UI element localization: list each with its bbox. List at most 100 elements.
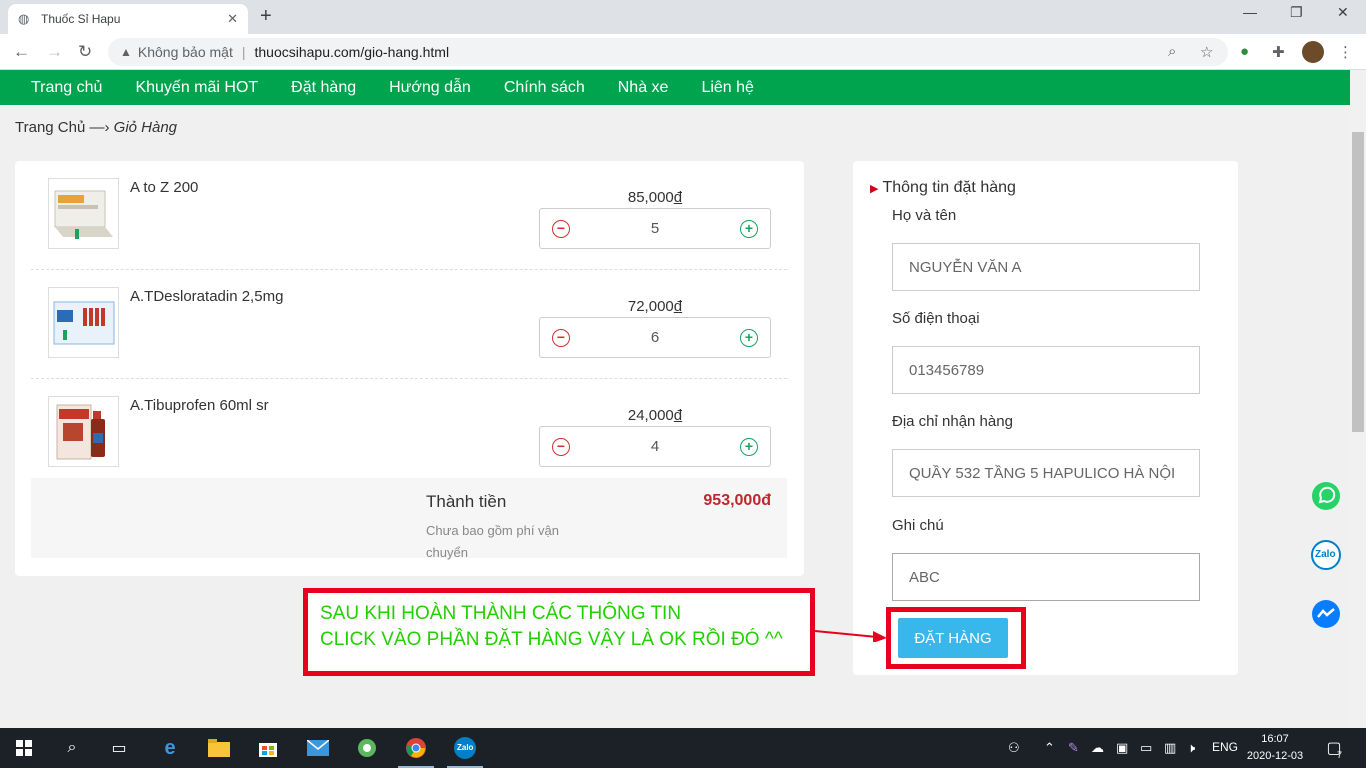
zalo-icon[interactable]: Zalo <box>1311 537 1341 573</box>
clock-date: 2020-12-03 <box>1246 750 1304 762</box>
callout-arrow <box>815 630 887 642</box>
triangle-icon: ▶ <box>870 183 879 195</box>
quantity-value[interactable]: 4 <box>580 438 730 455</box>
instruction-callout: SAU KHI HOÀN THÀNH CÁC THÔNG TIN CLICK V… <box>303 588 815 676</box>
search-icon[interactable]: ⌕ <box>60 736 84 760</box>
chrome-icon[interactable] <box>404 736 428 760</box>
onedrive-cloud-icon[interactable]: ☁ <box>1091 740 1104 756</box>
omni-separator: | <box>241 44 246 60</box>
quantity-value[interactable]: 5 <box>580 220 730 237</box>
close-tab-icon[interactable]: ✕ <box>227 11 238 27</box>
tab-title: Thuốc Sỉ Hapu <box>41 12 121 26</box>
mail-icon[interactable] <box>306 736 330 760</box>
network-icon[interactable]: ▥ <box>1164 740 1176 756</box>
product-name[interactable]: A to Z 200 <box>130 179 198 196</box>
name-field[interactable]: NGUYỄN VĂN A <box>892 243 1200 291</box>
back-icon[interactable]: ← <box>13 42 30 62</box>
nav-item-promotions[interactable]: Khuyến mãi HOT <box>135 79 258 97</box>
warning-icon: ▲ <box>120 45 132 59</box>
notification-count: 7 <box>1337 750 1343 760</box>
minimize-icon[interactable]: — <box>1243 4 1257 20</box>
address-bar[interactable]: ▲ Không bảo mật | thuocsihapu.com/gio-ha… <box>108 38 1228 66</box>
form-title: ▶ Thông tin đặt hàng <box>870 179 1016 196</box>
nav-item-guide[interactable]: Hướng dẫn <box>389 79 471 97</box>
page-scrollbar[interactable] <box>1350 70 1366 728</box>
nav-item-policy[interactable]: Chính sách <box>504 79 585 97</box>
profile-avatar[interactable] <box>1302 41 1324 63</box>
total-label: Thành tiền <box>426 492 507 511</box>
extensions-puzzle-icon[interactable]: ✚ <box>1272 43 1285 61</box>
product-image[interactable] <box>48 287 119 358</box>
quantity-stepper: − 4 + <box>539 426 771 467</box>
note-field[interactable]: ABC <box>892 553 1200 601</box>
new-tab-icon[interactable]: + <box>260 5 272 28</box>
menu-dots-icon[interactable]: ⋮ <box>1338 43 1353 61</box>
browser-tab[interactable]: ◍ Thuốc Sỉ Hapu ✕ <box>8 4 248 34</box>
url-text: thuocsihapu.com/gio-hang.html <box>254 44 450 60</box>
phone-field[interactable]: 013456789 <box>892 346 1200 394</box>
store-icon[interactable] <box>256 736 280 760</box>
total-note: Chưa bao gồm phí vận chuyển <box>426 523 560 560</box>
product-image[interactable] <box>48 178 119 249</box>
breadcrumb: Trang Chủ —› Giỏ Hàng <box>15 119 177 136</box>
product-name[interactable]: A.Tibuprofen 60ml sr <box>130 397 269 414</box>
app-green-icon[interactable] <box>355 736 379 760</box>
clock-time: 16:07 <box>1261 733 1289 745</box>
scrollbar-thumb[interactable] <box>1352 132 1364 432</box>
nav-item-home[interactable]: Trang chủ <box>31 79 102 97</box>
nav-item-order[interactable]: Đặt hàng <box>291 79 356 97</box>
address-field[interactable]: QUẦY 532 TẦNG 5 HAPULICO HÀ NỘI <box>892 449 1200 497</box>
order-submit-button[interactable]: ĐẶT HÀNG <box>898 618 1008 658</box>
notifications-icon[interactable]: ▢ <box>1322 736 1346 760</box>
quantity-stepper: − 6 + <box>539 317 771 358</box>
nav-item-bus[interactable]: Nhà xe <box>618 79 669 97</box>
extension-globe-icon[interactable]: ● <box>1240 43 1249 60</box>
maximize-icon[interactable]: ❐ <box>1290 4 1303 21</box>
quantity-stepper: − 5 + <box>539 208 771 249</box>
close-window-icon[interactable]: ✕ <box>1337 4 1349 21</box>
security-label: Không bảo mật <box>137 44 233 60</box>
edge-icon[interactable]: e <box>158 736 182 760</box>
zoom-icon[interactable]: ⌕ <box>1168 43 1176 60</box>
cart-panel: A to Z 200 85,000đ − 5 + A.TDesloratadin… <box>15 161 804 576</box>
breadcrumb-home[interactable]: Trang Chủ <box>15 119 85 136</box>
bookmark-star-icon[interactable]: ☆ <box>1200 43 1213 61</box>
name-label: Họ và tên <box>892 207 957 224</box>
zalo-taskbar-icon[interactable]: Zalo <box>453 736 477 760</box>
phone-label: Số điện thoại <box>892 310 980 327</box>
product-name[interactable]: A.TDesloratadin 2,5mg <box>130 288 283 305</box>
breadcrumb-current: Giỏ Hàng <box>113 119 178 136</box>
whatsapp-icon[interactable] <box>1311 478 1341 514</box>
battery-icon[interactable]: ▭ <box>1140 740 1152 756</box>
increase-qty-icon[interactable]: + <box>740 220 758 238</box>
show-hidden-icons-chevron-icon[interactable]: ⌃ <box>1044 740 1055 756</box>
windows-start-icon[interactable] <box>12 736 36 760</box>
product-price: 24,000đ <box>627 407 683 424</box>
zalo-taskbar-label: Zalo <box>457 743 474 752</box>
language-indicator[interactable]: ENG <box>1212 740 1238 754</box>
feather-icon[interactable]: ✎ <box>1068 740 1079 756</box>
file-explorer-icon[interactable] <box>207 736 231 760</box>
messenger-icon[interactable] <box>1311 596 1341 632</box>
volume-muted-icon[interactable]: 🕨 <box>1187 740 1195 756</box>
quantity-value[interactable]: 6 <box>580 329 730 346</box>
increase-qty-icon[interactable]: + <box>740 438 758 456</box>
clock[interactable]: 16:07 2020-12-03 <box>1240 731 1310 765</box>
web-page: Trang chủ Khuyến mãi HOT Đặt hàng Hướng … <box>0 70 1350 728</box>
increase-qty-icon[interactable]: + <box>740 329 758 347</box>
decrease-qty-icon[interactable]: − <box>552 220 570 238</box>
decrease-qty-icon[interactable]: − <box>552 438 570 456</box>
nav-item-contact[interactable]: Liên hệ <box>701 79 754 97</box>
decrease-qty-icon[interactable]: − <box>552 329 570 347</box>
breadcrumb-separator: —› <box>89 119 110 136</box>
globe-icon: ◍ <box>18 11 30 26</box>
zalo-label: Zalo <box>1315 549 1336 560</box>
tray-app-icon[interactable]: ▣ <box>1116 740 1128 756</box>
product-image[interactable] <box>48 396 119 467</box>
people-icon[interactable]: ⚇ <box>1008 740 1020 756</box>
cart-item: A to Z 200 85,000đ − 5 + <box>31 161 787 270</box>
task-view-icon[interactable]: ▭ <box>107 736 131 760</box>
callout-line-1: SAU KHI HOÀN THÀNH CÁC THÔNG TIN <box>320 603 682 624</box>
forward-icon[interactable]: → <box>46 42 63 62</box>
reload-icon[interactable]: ↻ <box>78 42 92 62</box>
